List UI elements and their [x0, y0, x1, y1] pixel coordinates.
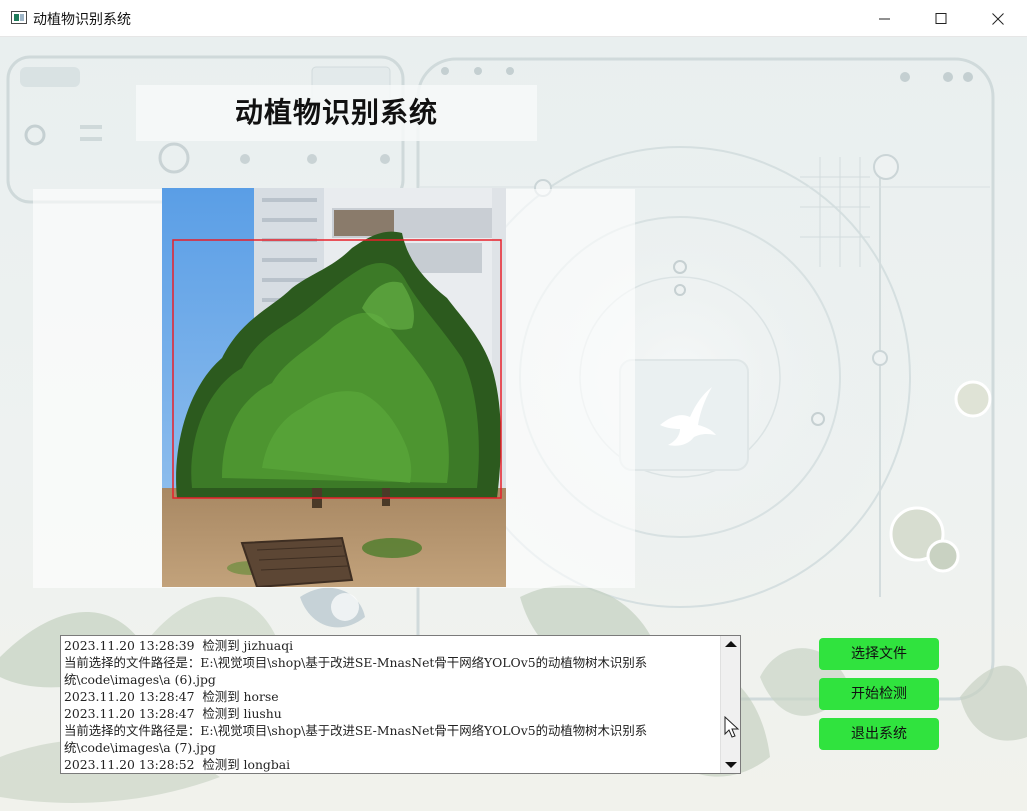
- close-icon: [992, 13, 1004, 25]
- log-line: 统\code\images\a (6).jpg: [64, 672, 216, 687]
- maximize-button[interactable]: [913, 0, 970, 37]
- detection-image: [162, 188, 506, 587]
- window-titlebar: 动植物识别系统: [0, 0, 1027, 37]
- log-line: 2023.11.20 13:28:52 检测到 longbai: [64, 757, 291, 772]
- page-title: 动植物识别系统: [234, 96, 438, 129]
- start-detection-button[interactable]: 开始检测: [819, 678, 939, 710]
- scroll-up-button[interactable]: [721, 636, 740, 653]
- arrow-down-icon: [725, 762, 737, 768]
- minimize-icon: [879, 18, 890, 20]
- log-output-box[interactable]: 2023.11.20 13:28:39 检测到 jizhuaqi 当前选择的文件…: [60, 635, 741, 774]
- exit-system-button[interactable]: 退出系统: [819, 718, 939, 750]
- close-button[interactable]: [970, 0, 1027, 37]
- log-text: 2023.11.20 13:28:39 检测到 jizhuaqi 当前选择的文件…: [64, 637, 718, 773]
- maximize-icon: [935, 13, 947, 24]
- log-line: 当前选择的文件路径是：E:\视觉项目\shop\基于改进SE-MnasNet骨干…: [64, 655, 648, 670]
- minimize-button[interactable]: [856, 0, 913, 37]
- log-scrollbar[interactable]: [720, 636, 740, 773]
- main-window: 动植物识别系统 2023.11.20 13:28:39 检测到 jizhuaqi…: [0, 37, 1027, 811]
- scroll-down-button[interactable]: [721, 756, 740, 773]
- arrow-up-icon: [725, 641, 737, 647]
- log-line: 2023.11.20 13:28:47 检测到 liushu: [64, 706, 282, 721]
- mouse-cursor-icon: [724, 716, 740, 738]
- window-title: 动植物识别系统: [33, 12, 131, 28]
- title-panel: 动植物识别系统: [136, 85, 537, 141]
- log-line: 当前选择的文件路径是：E:\视觉项目\shop\基于改进SE-MnasNet骨干…: [64, 723, 648, 738]
- select-file-button[interactable]: 选择文件: [819, 638, 939, 670]
- log-line: 统\code\images\a (7).jpg: [64, 740, 216, 755]
- log-line: 2023.11.20 13:28:47 检测到 horse: [64, 689, 279, 704]
- app-window-icon: [11, 11, 27, 24]
- tree-photo: [162, 188, 506, 587]
- log-line: 2023.11.20 13:28:39 检测到 jizhuaqi: [64, 638, 294, 653]
